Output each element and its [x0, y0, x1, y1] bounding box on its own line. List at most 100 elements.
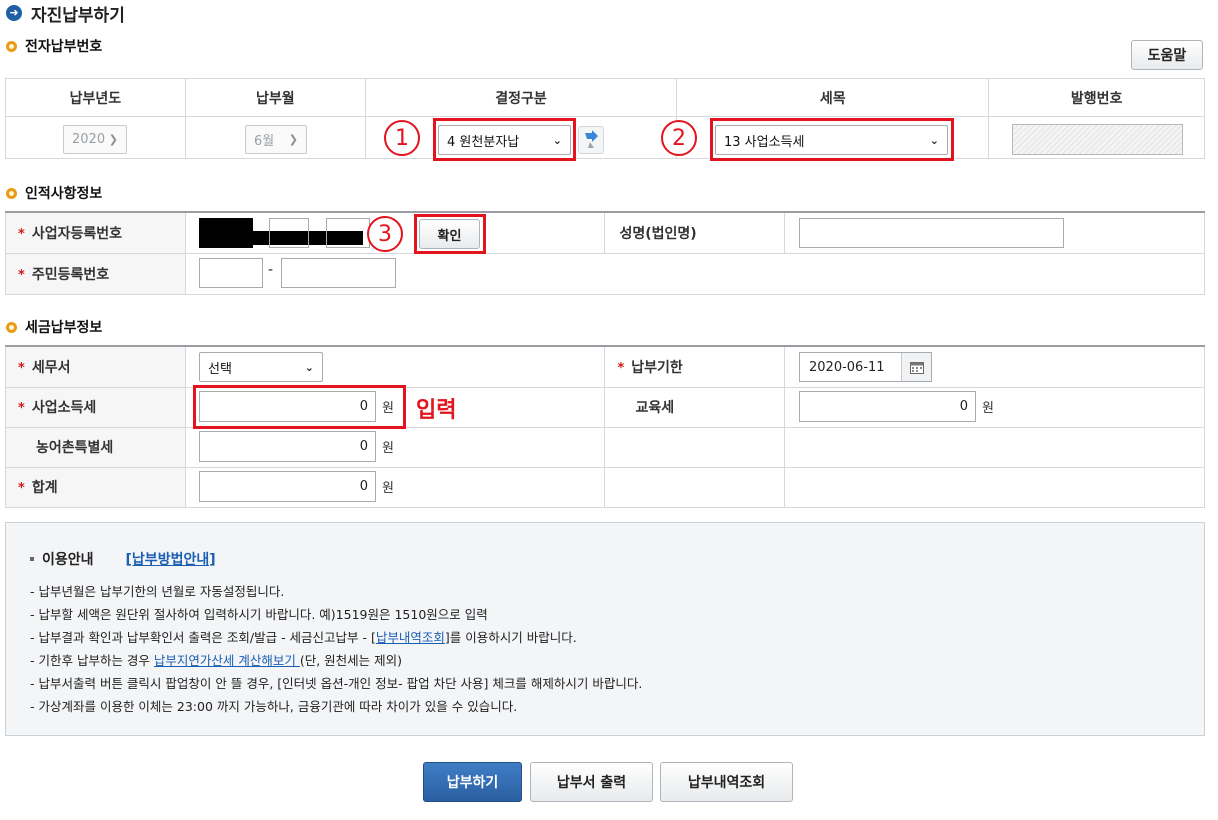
empty-cell [784, 426, 1205, 468]
tax-info-table: * 세무서 * 납부기한 * 사업소득세 교육세 농어촌특별세 * 합계 [5, 345, 1205, 508]
rrn-label: 주민등록번호 [31, 266, 110, 283]
won-unit: 원 [982, 401, 994, 416]
annotation-3: 3 [367, 216, 403, 252]
biz-no-label: 사업자등록번호 [31, 225, 122, 242]
edu-tax-label: 교육세 [635, 400, 675, 416]
section-electronic-title: 전자납부번호 [6, 36, 102, 56]
month-select-value: 6월 [254, 134, 275, 149]
month-select[interactable]: 6월 ❯ [245, 125, 307, 154]
notice-line-3: - 납부결과 확인과 납부확인서 출력은 조회/발급 - 세금신고납부 - [납… [30, 627, 577, 646]
income-tax-highlight-box [193, 385, 406, 429]
biz-no-part1-input[interactable] [199, 218, 253, 248]
payment-guide-link[interactable]: [납부방법안내] [126, 549, 216, 569]
total-input[interactable]: 0 [199, 471, 376, 502]
page-title: ➜ 자진납부하기 [6, 2, 125, 26]
arrow-right-circle-icon: ➜ [6, 5, 22, 21]
rural-tax-label: 농어촌특별세 [36, 440, 114, 456]
rrn-dash: - [268, 262, 274, 278]
late-fee-calc-link[interactable]: 납부지연가산세 계산해보기 [154, 653, 300, 668]
notice-line-5: - 납부서출력 버튼 클릭시 팝업창이 안 뜰 경우, [인터넷 옵션-개인 정… [30, 676, 643, 691]
notice-line-1: - 납부년월은 납부기한의 년월로 자동설정됩니다. [30, 584, 285, 599]
notice-line-4: - 기한후 납부하는 경우 납부지연가산세 계산해보기 (단, 원천세는 제외) [30, 650, 402, 669]
section-personal-title: 인적사항정보 [6, 183, 102, 203]
issue-number-field [1012, 124, 1183, 155]
edu-tax-input[interactable]: 0 [799, 391, 976, 422]
payment-history-link[interactable]: 납부내역조회 [376, 630, 445, 645]
calendar-icon[interactable] [901, 353, 931, 381]
biz-no-label-cell: * 사업자등록번호 [5, 211, 186, 254]
office-label: 세무서 [31, 359, 71, 376]
header-issue-no: 발행번호 [988, 78, 1205, 117]
redaction-bar [253, 231, 269, 245]
biz-no-part2-input[interactable] [269, 218, 309, 248]
annotation-1: 1 [384, 120, 420, 156]
chevron-down-icon: ⌄ [304, 360, 314, 374]
empty-cell [604, 466, 786, 508]
notice-title: 이용안내 [42, 552, 94, 568]
notice-header: 이용안내 [납부방법안내] [30, 549, 216, 569]
income-tax-label-cell: * 사업소득세 [5, 386, 186, 428]
page-title-text: 자진납부하기 [31, 5, 125, 26]
print-payment-slip-button[interactable]: 납부서 출력 [530, 762, 653, 802]
pay-button[interactable]: 납부하기 [423, 762, 522, 802]
rrn-label-cell: * 주민등록번호 [5, 252, 186, 295]
payment-history-button[interactable]: 납부내역조회 [660, 762, 793, 802]
section-tax-label: 세금납부정보 [25, 320, 103, 336]
rrn-back-input[interactable] [281, 258, 396, 288]
edu-tax-label-cell: 교육세 [604, 386, 786, 428]
confirm-highlight-box [414, 214, 486, 254]
notice-line-3-pre: - 납부결과 확인과 납부확인서 출력은 조회/발급 - 세금신고납부 - [ [30, 630, 376, 645]
notice-line-4-pre: - 기한후 납부하는 경우 [30, 653, 154, 668]
office-label-cell: * 세무서 [5, 345, 186, 388]
square-bullet-icon [30, 557, 34, 561]
section-bullet-icon [6, 187, 17, 199]
rural-tax-input[interactable]: 0 [199, 431, 376, 462]
due-date-field[interactable]: 2020-06-11 [799, 352, 932, 382]
due-label-cell: * 납부기한 [604, 345, 786, 388]
tax-office-select[interactable]: 선택 ⌄ [199, 352, 323, 382]
chevron-down-icon: ❯ [108, 133, 118, 146]
due-date-value: 2020-06-11 [809, 359, 885, 375]
notice-line-6: - 가상계좌를 이용한 이체는 23:00 까지 가능하나, 금융기관에 따라 … [30, 699, 518, 714]
section-personal-label: 인적사항정보 [25, 186, 103, 202]
redaction-bar [309, 231, 326, 245]
tax-item-highlight-box [710, 118, 954, 161]
name-label-cell: 성명(법인명) [604, 211, 786, 254]
biz-no-part3-input[interactable] [326, 218, 370, 248]
rrn-front-input[interactable] [199, 258, 263, 288]
empty-cell [784, 466, 1205, 508]
notice-line-2: - 납부할 세액은 원단위 절사하여 입력하시기 바랍니다. 예)1519원은 … [30, 607, 488, 622]
usage-notice: 이용안내 [납부방법안내] - 납부년월은 납부기한의 년월로 자동설정됩니다.… [5, 522, 1205, 736]
refresh-arrow-icon [585, 130, 598, 148]
notice-line-4-post: (단, 원천세는 제외) [299, 653, 403, 668]
empty-cell [604, 426, 786, 468]
section-bullet-icon [6, 321, 17, 333]
decision-refresh-icon[interactable] [578, 126, 604, 154]
year-select-value: 2020 [72, 132, 106, 147]
annotation-2: 2 [661, 120, 697, 156]
section-bullet-icon [6, 40, 17, 52]
help-button[interactable]: 도움말 [1131, 40, 1203, 70]
year-select[interactable]: 2020 ❯ [63, 125, 127, 154]
header-decision: 결정구분 [364, 78, 678, 117]
input-hint-label: 입력 [416, 398, 457, 423]
due-label: 납부기한 [631, 359, 683, 376]
chevron-down-icon: ❯ [288, 133, 298, 146]
header-tax-item: 세목 [676, 78, 990, 117]
header-month: 납부월 [184, 78, 366, 117]
electronic-header-row: 납부년도 납부월 결정구분 세목 발행번호 [5, 78, 1205, 117]
notice-line-3-post: ]를 이용하시기 바랍니다. [444, 630, 577, 645]
won-unit: 원 [382, 481, 394, 496]
total-label: 합계 [31, 480, 58, 496]
total-label-cell: * 합계 [5, 466, 186, 508]
section-electronic-label: 전자납부번호 [25, 39, 103, 55]
won-unit: 원 [382, 441, 394, 456]
section-tax-title: 세금납부정보 [6, 317, 102, 337]
decision-highlight-box [433, 118, 576, 161]
name-input[interactable] [799, 218, 1064, 248]
income-tax-label: 사업소득세 [31, 400, 97, 416]
tax-office-select-value: 선택 [208, 361, 232, 377]
rural-tax-label-cell: 농어촌특별세 [5, 426, 186, 468]
name-label: 성명(법인명) [619, 225, 697, 242]
header-year: 납부년도 [5, 78, 186, 117]
